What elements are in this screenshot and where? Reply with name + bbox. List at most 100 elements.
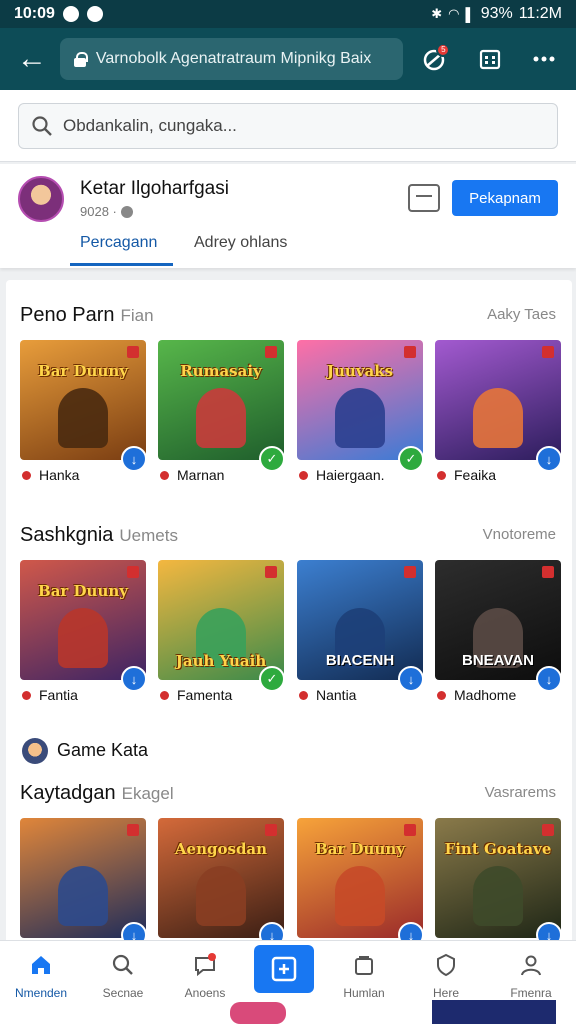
section-subtitle: Uemets [119, 526, 178, 545]
status-dot-icon [299, 690, 308, 700]
section-title: Peno Parn Fian [20, 304, 154, 327]
create-button[interactable] [254, 945, 314, 993]
game-caption-text: Famenta [177, 687, 233, 703]
active-tab-indicator [70, 263, 173, 266]
section-title-text: Peno Parn [20, 304, 115, 326]
avatar[interactable] [18, 176, 64, 222]
status-dot-icon [299, 470, 308, 480]
game-caption[interactable]: Feaika [437, 467, 496, 483]
home-icon [32, 956, 50, 974]
game-thumbnail[interactable]: Bar Duuny [20, 560, 146, 680]
age-rating-badge [404, 566, 416, 578]
nav-label: Here [432, 986, 459, 1000]
shield-icon [437, 953, 455, 977]
search-input[interactable]: Obdankalin, cungaka... [18, 103, 558, 149]
game-thumbnail[interactable]: Bar Duuny [20, 340, 146, 460]
game-feed: Peno Parn Fian Aaky Taes Sashkgnia Uemets … [6, 280, 572, 960]
primary-action-button[interactable]: Pekapnam [452, 180, 558, 216]
status-time: 10:09 [14, 5, 55, 22]
nav-label: Nmenden [14, 986, 68, 1000]
peek-thumbnail [230, 1002, 286, 1024]
installed-check-icon[interactable]: ✓ [398, 446, 424, 472]
notifications-button[interactable]: 5 [413, 37, 457, 81]
game-thumbnail[interactable]: BIACENH [297, 560, 423, 680]
more-menu-button[interactable] [522, 37, 566, 81]
status-dot-icon [437, 470, 446, 480]
nav-profile[interactable]: Fmenra [490, 941, 572, 1001]
section-more-link[interactable]: Aaky Taes [487, 306, 556, 323]
section-more-link[interactable]: Vnotoreme [483, 526, 556, 543]
download-icon[interactable]: ↓ [398, 666, 424, 692]
game-caption[interactable]: Haiergaan. [299, 467, 385, 483]
browser-toolbar: ← Varnobolk Agenatratraum Mipnikg Baix 5 [0, 28, 576, 90]
bluetooth-icon: ✱ [431, 6, 443, 21]
calendar-button[interactable] [468, 37, 512, 81]
game-logo-text: Bar Duuny [38, 362, 128, 380]
lock-icon [73, 52, 88, 67]
nav-label: Anoens [184, 986, 226, 1000]
tab-secondary[interactable]: Adrey ohlans [194, 234, 287, 252]
section-title-text: Sashkgnia [20, 524, 114, 546]
game-thumbnail[interactable]: Bar Duuny [297, 818, 423, 938]
installed-check-icon[interactable]: ✓ [259, 446, 285, 472]
game-logo-text: BIACENH [325, 652, 395, 669]
game-caption[interactable]: Marnan [160, 467, 224, 483]
game-character-art [58, 608, 108, 668]
section-title-text: Kaytadgan [20, 782, 116, 804]
profile-subtitle: 9028 · [80, 204, 133, 219]
game-kata-icon [22, 738, 48, 764]
game-logo-text: Bar Duuny [315, 840, 405, 858]
game-logo-text: Bar Duuny [38, 582, 128, 600]
search-icon [32, 116, 52, 136]
game-thumbnail[interactable] [435, 340, 561, 460]
game-caption-text: Marnan [177, 467, 225, 483]
game-caption[interactable]: Madhome [437, 687, 516, 703]
notification-count-badge: 5 [436, 43, 451, 57]
bottom-navigation: Nmenden Secnae Anoens Humlan Here Fmenra [0, 940, 576, 1000]
more-dots-icon [533, 56, 555, 62]
next-content-peek [0, 1000, 576, 1024]
profile-icon [521, 955, 541, 976]
game-thumbnail[interactable]: Rumasaiy [158, 340, 284, 460]
share-icon[interactable] [408, 184, 440, 212]
game-thumbnail[interactable] [20, 818, 146, 938]
search-area: Obdankalin, cungaka... [0, 90, 576, 162]
game-thumbnail[interactable]: Juuvaks [297, 340, 423, 460]
game-logo-text: Jauh Yuaih [175, 652, 267, 670]
create-icon [271, 956, 297, 982]
section-more-link[interactable]: Vasrarems [485, 784, 556, 801]
age-rating-badge [265, 824, 277, 836]
download-icon[interactable]: ↓ [536, 666, 562, 692]
game-caption[interactable]: Hanka [22, 467, 79, 483]
game-thumbnail[interactable]: Fint Goatave [435, 818, 561, 938]
download-icon[interactable]: ↓ [121, 446, 147, 472]
profile-name[interactable]: Ketar Ilgoharfgasi [80, 178, 229, 200]
game-caption[interactable]: Nantia [299, 687, 356, 703]
nav-home[interactable]: Nmenden [0, 941, 82, 1001]
back-arrow-icon[interactable]: ← [10, 37, 54, 81]
age-rating-badge [542, 346, 554, 358]
search-icon [112, 954, 133, 975]
game-thumbnail[interactable]: BNEAVAN [435, 560, 561, 680]
game-caption[interactable]: Famenta [160, 687, 232, 703]
tab-primary[interactable]: Percagann [80, 234, 157, 252]
wifi-icon: ◠ [448, 6, 460, 21]
game-thumbnail[interactable]: Jauh Yuaih [158, 560, 284, 680]
age-rating-badge [265, 566, 277, 578]
status-dot-icon [160, 690, 169, 700]
nav-search[interactable]: Secnae [82, 941, 164, 1001]
game-caption[interactable]: Fantia [22, 687, 78, 703]
game-character-art [196, 866, 246, 926]
address-bar[interactable]: Varnobolk Agenatratraum Mipnikg Baix [59, 38, 403, 80]
nav-messages[interactable]: Anoens [164, 941, 246, 1001]
nav-store[interactable]: Humlan [323, 941, 405, 1001]
download-icon[interactable]: ↓ [536, 446, 562, 472]
download-icon[interactable]: ↓ [121, 666, 147, 692]
nav-label: Fmenra [510, 986, 552, 1000]
peek-thumbnail [432, 1000, 556, 1024]
messenger-notification-icon [86, 6, 103, 22]
group-header[interactable]: Game Kata [57, 740, 148, 761]
game-thumbnail[interactable]: Aengosdan [158, 818, 284, 938]
installed-check-icon[interactable]: ✓ [259, 666, 285, 692]
nav-shield[interactable]: Here [405, 941, 487, 1001]
